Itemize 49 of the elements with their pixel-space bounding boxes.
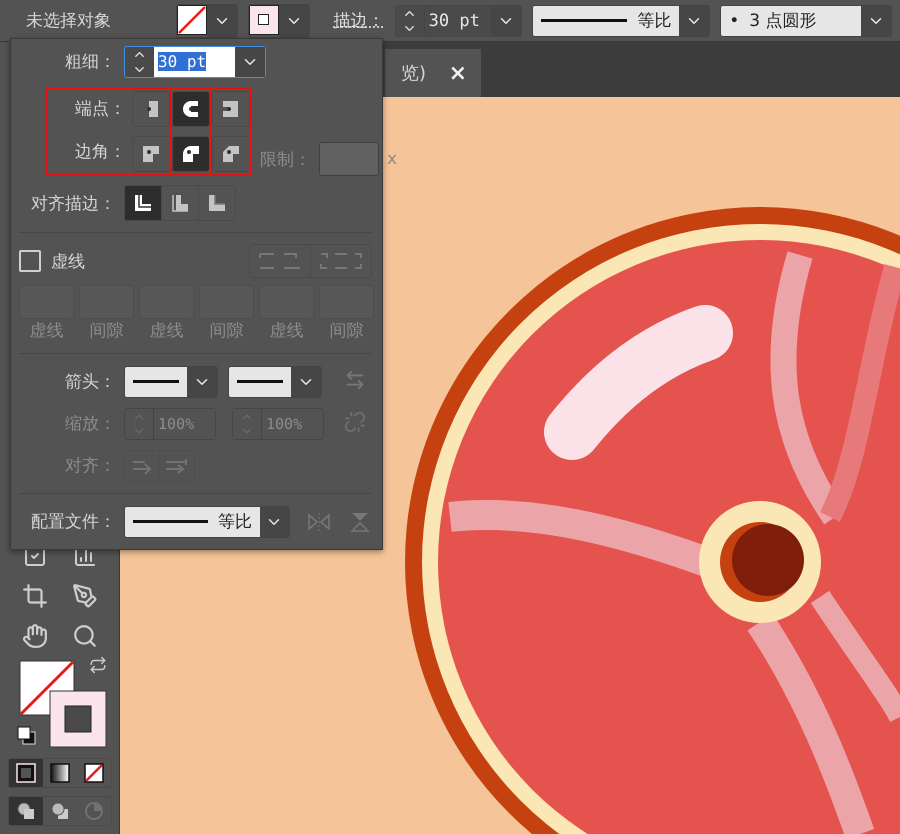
dash-field-label: 间隙 (208, 320, 244, 342)
stroke-weight-field[interactable]: 30 pt (394, 4, 522, 36)
tab-title: 览) (401, 62, 426, 85)
gradient-mode-icon (50, 763, 70, 783)
stroke-swatch[interactable] (48, 690, 106, 748)
align-outside-icon (206, 192, 228, 214)
draw-mode-button[interactable] (8, 797, 42, 825)
corner-label: 边角： (75, 140, 126, 164)
end-arrowhead-dropdown[interactable] (228, 366, 322, 398)
start-arrowhead-dropdown[interactable] (124, 366, 218, 398)
align-center-icon (132, 192, 154, 214)
color-mode-button[interactable] (8, 759, 42, 787)
dash-field-label: 虚线 (28, 320, 64, 342)
close-button[interactable]: × (448, 60, 467, 86)
corner-round-icon (180, 143, 202, 165)
no-color-mode-icon (84, 763, 104, 783)
stroke-swatch[interactable] (248, 4, 279, 34)
align-stroke-label: 对齐描边： (30, 192, 116, 214)
selection-status: 未选择对象 (26, 10, 112, 32)
dash-field-label: 间隙 (328, 320, 364, 342)
draw-normal-icon (14, 800, 36, 822)
corner-bevel-icon (220, 143, 242, 165)
limit-unit: x (387, 149, 398, 169)
profile-dropdown[interactable]: 等比 (532, 4, 710, 36)
default-colors-icon[interactable] (16, 726, 36, 746)
weight-field[interactable]: 30 pt (124, 46, 266, 78)
panel-profile-dropdown[interactable]: 等比 (124, 506, 290, 538)
color-mode-icon (16, 763, 36, 783)
arrow-align-label: 对齐： (64, 455, 116, 477)
corner-miter-icon (140, 143, 162, 165)
cap-option-button[interactable] (172, 91, 210, 127)
arrowheads-label: 箭头： (64, 371, 116, 393)
no-fill-swatch[interactable] (176, 4, 207, 34)
dash-field-label: 虚线 (148, 320, 184, 342)
limit-label: 限制： (260, 148, 311, 170)
stroke-link[interactable]: 描边： (334, 9, 385, 32)
limit-field[interactable] (319, 142, 379, 176)
align-option-button[interactable] (125, 186, 162, 220)
corner-option-button[interactable] (172, 136, 209, 172)
profile-label: 配置文件： (30, 511, 116, 533)
brush-dropdown[interactable]: • 3 点圆形 (720, 4, 892, 36)
dashed-checkbox[interactable]: 虚线 (19, 250, 85, 272)
draw-inside-icon (82, 800, 104, 822)
document-tab[interactable]: 览) × (385, 49, 481, 97)
scale-label: 缩放： (64, 413, 116, 435)
weight-label: 粗细： (64, 51, 116, 73)
dash-field-label: 虚线 (268, 320, 304, 342)
dash-field-label: 间隙 (88, 320, 124, 342)
cap-label: 端点： (75, 98, 126, 120)
